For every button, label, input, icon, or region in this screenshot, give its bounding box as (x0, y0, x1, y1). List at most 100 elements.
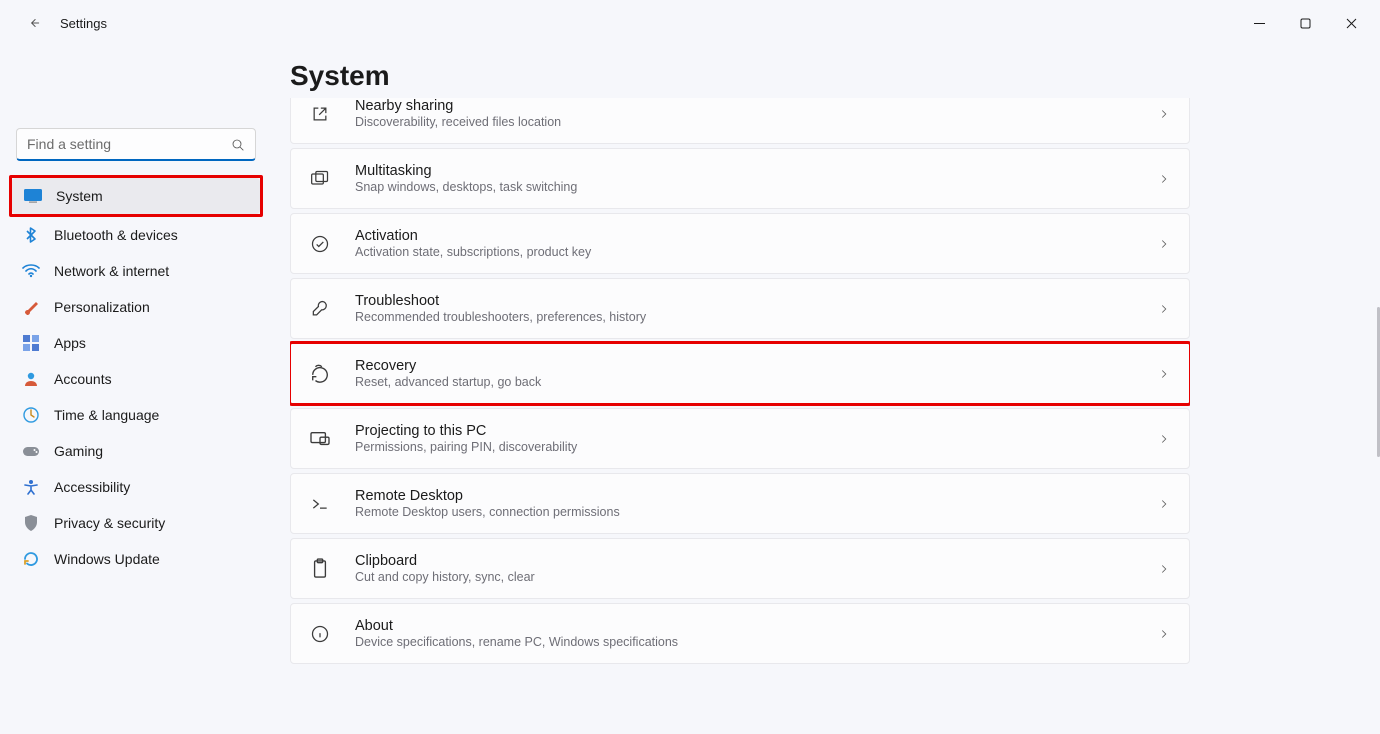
close-icon (1346, 18, 1357, 29)
card-clipboard[interactable]: Clipboard Cut and copy history, sync, cl… (290, 538, 1190, 599)
share-icon (309, 103, 331, 125)
nav-label: Apps (54, 335, 86, 351)
recovery-icon (309, 363, 331, 385)
close-button[interactable] (1328, 7, 1374, 39)
shield-icon (22, 514, 40, 532)
wrench-icon (309, 298, 331, 320)
card-text: Troubleshoot Recommended troubleshooters… (355, 293, 1137, 324)
card-subtitle: Activation state, subscriptions, product… (355, 245, 1137, 259)
card-title: Activation (355, 228, 1137, 244)
card-about[interactable]: About Device specifications, rename PC, … (290, 603, 1190, 664)
globe-clock-icon (22, 406, 40, 424)
nav-item-system[interactable]: System (12, 178, 260, 214)
card-text: Projecting to this PC Permissions, pairi… (355, 423, 1137, 454)
brush-icon (22, 298, 40, 316)
back-button[interactable] (16, 5, 52, 41)
card-nearby-sharing[interactable]: Nearby sharing Discoverability, received… (290, 98, 1190, 144)
nav-label: Accounts (54, 371, 112, 387)
system-icon (24, 187, 42, 205)
nav-item-network[interactable]: Network & internet (10, 253, 262, 289)
nav-item-personalization[interactable]: Personalization (10, 289, 262, 325)
card-subtitle: Discoverability, received files location (355, 115, 1137, 129)
card-title: Multitasking (355, 163, 1137, 179)
person-icon (22, 370, 40, 388)
nav: System Bluetooth & devices Network & int… (10, 175, 262, 577)
scroll-area[interactable]: Storage Storage space, drives, configura… (290, 98, 1190, 730)
chevron-right-icon (1157, 302, 1171, 316)
check-circle-icon (309, 233, 331, 255)
card-recovery[interactable]: Recovery Reset, advanced startup, go bac… (290, 343, 1190, 404)
card-projecting[interactable]: Projecting to this PC Permissions, pairi… (290, 408, 1190, 469)
chevron-right-icon (1157, 237, 1171, 251)
accessibility-icon (22, 478, 40, 496)
nav-label: Accessibility (54, 479, 130, 495)
nav-item-accounts[interactable]: Accounts (10, 361, 262, 397)
multitask-icon (309, 168, 331, 190)
card-text: Remote Desktop Remote Desktop users, con… (355, 488, 1137, 519)
titlebar: Settings (0, 0, 1380, 46)
search-icon (230, 137, 246, 153)
card-troubleshoot[interactable]: Troubleshoot Recommended troubleshooters… (290, 278, 1190, 339)
card-title: Recovery (355, 358, 1137, 374)
apps-icon (22, 334, 40, 352)
app-title: Settings (60, 16, 107, 31)
card-activation[interactable]: Activation Activation state, subscriptio… (290, 213, 1190, 274)
card-subtitle: Cut and copy history, sync, clear (355, 570, 1137, 584)
chevron-right-icon (1157, 172, 1171, 186)
card-remote-desktop[interactable]: Remote Desktop Remote Desktop users, con… (290, 473, 1190, 534)
card-title: Projecting to this PC (355, 423, 1137, 439)
nav-label: Privacy & security (54, 515, 165, 531)
card-subtitle: Recommended troubleshooters, preferences… (355, 310, 1137, 324)
nav-item-bluetooth[interactable]: Bluetooth & devices (10, 217, 262, 253)
card-title: About (355, 618, 1137, 634)
gamepad-icon (22, 442, 40, 460)
titlebar-left: Settings (8, 5, 107, 41)
nav-item-apps[interactable]: Apps (10, 325, 262, 361)
nav-item-privacy[interactable]: Privacy & security (10, 505, 262, 541)
highlight-nav-system: System (9, 175, 263, 217)
nav-item-time-language[interactable]: Time & language (10, 397, 262, 433)
nav-label: Time & language (54, 407, 159, 423)
card-text: Activation Activation state, subscriptio… (355, 228, 1137, 259)
body: System Bluetooth & devices Network & int… (0, 46, 1380, 734)
page-title: System (290, 46, 1380, 98)
remote-icon (309, 493, 331, 515)
chevron-right-icon (1157, 432, 1171, 446)
minimize-icon (1254, 18, 1265, 29)
chevron-right-icon (1157, 367, 1171, 381)
card-title: Nearby sharing (355, 98, 1137, 114)
card-subtitle: Permissions, pairing PIN, discoverabilit… (355, 440, 1137, 454)
chevron-right-icon (1157, 107, 1171, 121)
window-controls (1236, 7, 1374, 39)
nav-item-windows-update[interactable]: Windows Update (10, 541, 262, 577)
nav-label: Personalization (54, 299, 150, 315)
nav-item-accessibility[interactable]: Accessibility (10, 469, 262, 505)
card-text: Clipboard Cut and copy history, sync, cl… (355, 553, 1137, 584)
search-wrap (16, 128, 256, 161)
bluetooth-icon (22, 226, 40, 244)
card-title: Remote Desktop (355, 488, 1137, 504)
nav-label: System (56, 188, 103, 204)
search-input[interactable] (16, 128, 256, 161)
nav-label: Gaming (54, 443, 103, 459)
card-list: Storage Storage space, drives, configura… (290, 98, 1190, 694)
nav-label: Bluetooth & devices (54, 227, 178, 243)
nav-item-gaming[interactable]: Gaming (10, 433, 262, 469)
info-icon (309, 623, 331, 645)
nav-label: Network & internet (54, 263, 169, 279)
chevron-right-icon (1157, 497, 1171, 511)
card-text: Nearby sharing Discoverability, received… (355, 98, 1137, 129)
maximize-button[interactable] (1282, 7, 1328, 39)
nav-label: Windows Update (54, 551, 160, 567)
minimize-button[interactable] (1236, 7, 1282, 39)
card-multitasking[interactable]: Multitasking Snap windows, desktops, tas… (290, 148, 1190, 209)
sidebar: System Bluetooth & devices Network & int… (0, 46, 272, 734)
arrow-left-icon (27, 16, 41, 30)
maximize-icon (1300, 18, 1311, 29)
card-title: Troubleshoot (355, 293, 1137, 309)
card-text: Recovery Reset, advanced startup, go bac… (355, 358, 1137, 389)
card-text: Multitasking Snap windows, desktops, tas… (355, 163, 1137, 194)
card-subtitle: Device specifications, rename PC, Window… (355, 635, 1137, 649)
chevron-right-icon (1157, 562, 1171, 576)
card-subtitle: Snap windows, desktops, task switching (355, 180, 1137, 194)
